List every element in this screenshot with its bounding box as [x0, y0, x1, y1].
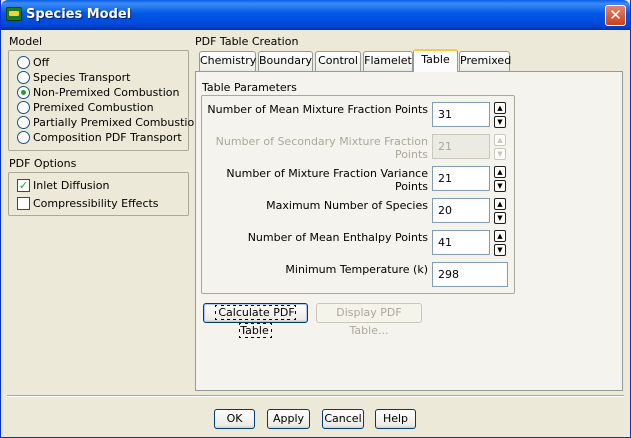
radio-composition-pdf-transport[interactable]: Composition PDF Transport — [17, 130, 182, 145]
apply-button[interactable]: Apply — [267, 409, 310, 429]
checkbox-compressibility-effects[interactable]: Compressibility Effects — [17, 196, 159, 211]
radio-non-premixed-combustion-label: Non-Premixed Combustion — [33, 86, 180, 99]
footer-separator — [7, 395, 624, 397]
radio-off[interactable]: Off — [17, 55, 49, 70]
display-pdf-table-button: Display PDF Table... — [316, 303, 422, 337]
spin-up-icon[interactable]: ▲ — [494, 230, 506, 242]
radio-species-transport-button[interactable] — [17, 71, 30, 84]
close-button[interactable]: ✕ — [605, 5, 626, 26]
mean-mixture-fraction-points-input[interactable]: 31 — [432, 102, 490, 127]
spin-up-icon[interactable]: ▲ — [494, 198, 506, 210]
compressibility-effects-label: Compressibility Effects — [33, 197, 159, 210]
inlet-diffusion-label: Inlet Diffusion — [33, 179, 110, 192]
spin-down-icon: ▼ — [494, 148, 506, 160]
pdf-options-group-label: PDF Options — [9, 157, 77, 170]
mean-enthalpy-points-spinner[interactable]: ▲ ▼ — [494, 230, 506, 256]
mixture-fraction-variance-points-input[interactable]: 21 — [432, 166, 490, 191]
radio-species-transport[interactable]: Species Transport — [17, 70, 130, 85]
spin-down-icon[interactable]: ▼ — [494, 180, 506, 192]
radio-non-premixed-combustion-button[interactable] — [17, 86, 30, 99]
tab-table[interactable]: Table — [413, 49, 458, 72]
minimum-temperature-input[interactable]: 298 — [432, 262, 508, 287]
spin-down-icon[interactable]: ▼ — [494, 212, 506, 224]
inlet-diffusion-checkbox[interactable]: ✓ — [17, 179, 30, 192]
spin-down-icon[interactable]: ▼ — [494, 116, 506, 128]
radio-partially-premixed-combustion[interactable]: Partially Premixed Combustion — [17, 115, 201, 130]
spin-up-icon[interactable]: ▲ — [494, 102, 506, 114]
pdf-table-creation-label: PDF Table Creation — [195, 35, 299, 48]
checkbox-inlet-diffusion[interactable]: ✓ Inlet Diffusion — [17, 178, 109, 193]
radio-non-premixed-combustion[interactable]: Non-Premixed Combustion — [17, 85, 179, 100]
fluent-app-icon — [6, 7, 22, 21]
spin-up-icon[interactable]: ▲ — [494, 166, 506, 178]
radio-composition-pdf-transport-label: Composition PDF Transport — [33, 131, 182, 144]
cancel-button[interactable]: Cancel — [322, 409, 364, 429]
tab-chemistry[interactable]: Chemistry — [199, 51, 256, 71]
ok-button[interactable]: OK — [214, 409, 255, 429]
radio-composition-pdf-transport-button[interactable] — [17, 131, 30, 144]
radio-partially-premixed-combustion-label: Partially Premixed Combustion — [33, 116, 202, 129]
help-button[interactable]: Help — [375, 409, 416, 429]
table-parameters-label: Table Parameters — [202, 81, 297, 94]
model-group-label: Model — [9, 35, 43, 48]
maximum-number-of-species-input[interactable]: 20 — [432, 198, 490, 223]
minimum-temperature-label: Minimum Temperature (k) — [285, 263, 428, 276]
tab-control[interactable]: Control — [315, 51, 361, 71]
maximum-number-of-species-spinner[interactable]: ▲ ▼ — [494, 198, 506, 224]
mixture-fraction-variance-points-spinner[interactable]: ▲ ▼ — [494, 166, 506, 192]
spin-down-icon[interactable]: ▼ — [494, 244, 506, 256]
tab-flamelet[interactable]: Flamelet — [363, 51, 413, 71]
radio-premixed-combustion-label: Premixed Combustion — [33, 101, 154, 114]
spin-up-icon: ▲ — [494, 134, 506, 146]
secondary-mixture-fraction-points-label: Number of Secondary Mixture Fraction Poi… — [215, 135, 428, 161]
species-model-dialog: Species Model ✕ Model Off Species Transp… — [0, 0, 631, 438]
mean-enthalpy-points-label: Number of Mean Enthalpy Points — [247, 231, 428, 244]
calculate-pdf-table-button[interactable]: Calculate PDF Table — [203, 303, 308, 338]
mixture-fraction-variance-points-label: Number of Mixture Fraction Variance Poin… — [226, 167, 428, 193]
radio-partially-premixed-combustion-button[interactable] — [17, 116, 30, 129]
secondary-mixture-fraction-points-spinner: ▲ ▼ — [494, 134, 506, 160]
radio-off-button[interactable] — [17, 56, 30, 69]
compressibility-effects-checkbox[interactable] — [17, 197, 30, 210]
window-title: Species Model — [26, 7, 132, 22]
tab-boundary[interactable]: Boundary — [258, 51, 313, 71]
mean-mixture-fraction-points-spinner[interactable]: ▲ ▼ — [494, 102, 506, 128]
radio-premixed-combustion[interactable]: Premixed Combustion — [17, 100, 154, 115]
mean-mixture-fraction-points-label: Number of Mean Mixture Fraction Points — [207, 103, 428, 116]
radio-species-transport-label: Species Transport — [33, 71, 131, 84]
maximum-number-of-species-label: Maximum Number of Species — [266, 199, 428, 212]
mean-enthalpy-points-input[interactable]: 41 — [432, 230, 490, 255]
radio-premixed-combustion-button[interactable] — [17, 101, 30, 114]
secondary-mixture-fraction-points-input: 21 — [432, 134, 490, 159]
title-bar[interactable]: Species Model ✕ — [1, 0, 630, 30]
tab-premixed[interactable]: Premixed — [459, 51, 511, 71]
radio-off-label: Off — [33, 56, 50, 69]
